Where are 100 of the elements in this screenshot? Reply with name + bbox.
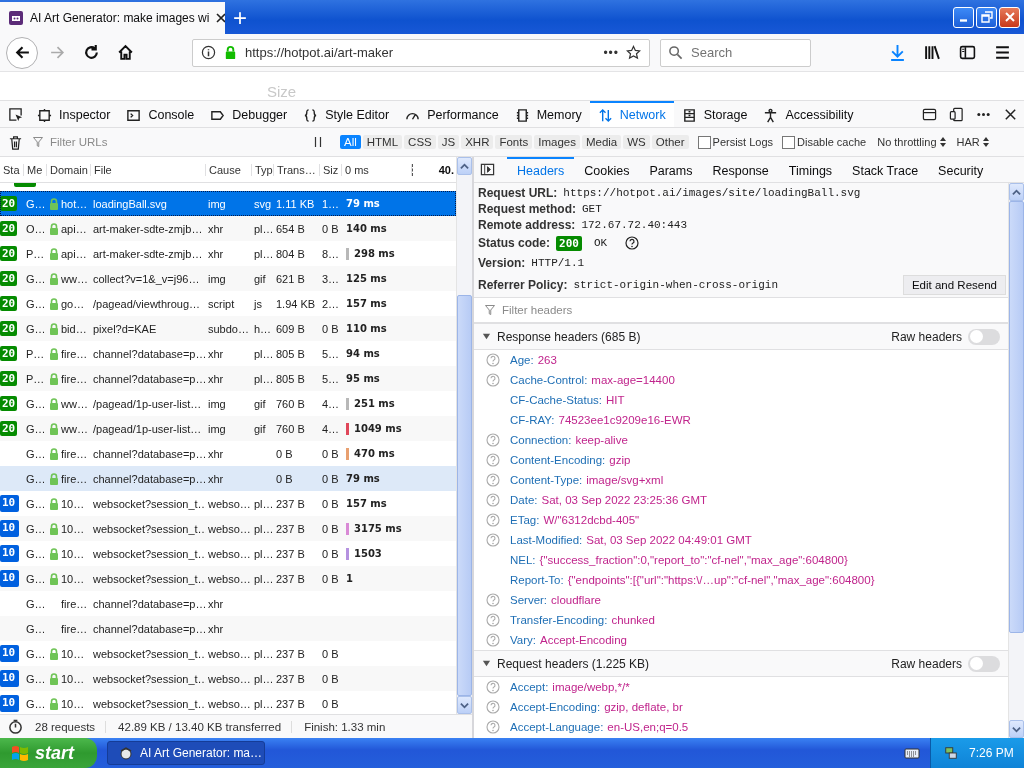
page-actions-button[interactable]: ••• bbox=[603, 45, 619, 60]
info-icon[interactable] bbox=[201, 45, 216, 60]
request-row[interactable]: 20 G… bid… pixel?d=KAE subdo… h… 609 B 0 B 110 ms bbox=[0, 316, 456, 341]
type-filter-button[interactable]: All bbox=[340, 135, 361, 149]
type-filter-button[interactable]: HTML bbox=[362, 135, 403, 149]
type-filter-button[interactable]: XHR bbox=[461, 135, 494, 149]
request-row[interactable]: 10 G… 10… websocket?session_t…webso… pl… 237 B 0 B 1 bbox=[0, 566, 456, 591]
detail-tab[interactable]: Cookies bbox=[574, 157, 640, 182]
devtools-tab[interactable]: Console bbox=[118, 101, 203, 127]
column-header[interactable]: Domain bbox=[47, 163, 91, 176]
request-row[interactable]: 20 O… api… art-maker-sdte-zmjb… xhr pl… 654 B 0 B 140 ms bbox=[0, 216, 456, 241]
download-icon[interactable] bbox=[889, 44, 906, 61]
column-header[interactable]: 0 ms bbox=[342, 163, 412, 176]
help-icon[interactable] bbox=[625, 236, 640, 250]
request-row[interactable]: 20 G… ww… /pagead/1p-user-list… img gif 760 B 4… 251 ms bbox=[0, 391, 456, 416]
panel-toggle-icon[interactable] bbox=[480, 162, 495, 177]
request-row[interactable]: G… fire… channel?database=p…xhr 0 B 0 B 470 ms bbox=[0, 441, 456, 466]
detail-tab[interactable]: Security bbox=[928, 157, 994, 182]
column-header[interactable]: Trans… bbox=[274, 163, 320, 176]
request-row[interactable]: 10 G… 10… websocket?session_t…webso… pl… 237 B 0 B 3175 ms bbox=[0, 516, 456, 541]
column-header[interactable]: File bbox=[91, 163, 206, 176]
picker-icon[interactable] bbox=[8, 106, 23, 122]
section-header[interactable]: Request headers (1.225 KB) Raw headers bbox=[474, 650, 1008, 677]
search-input[interactable]: Search bbox=[689, 44, 793, 61]
devtools-tab[interactable]: Storage bbox=[673, 101, 756, 127]
request-row[interactable]: 10 G… 10… websocket?session_t…webso… pl… 237 B 0 B bbox=[0, 666, 456, 691]
detail-tab[interactable]: Response bbox=[702, 157, 779, 182]
edit-and-resend-button[interactable]: Edit and Resend bbox=[902, 275, 1006, 295]
column-header[interactable]: Sta bbox=[0, 163, 24, 176]
request-row[interactable]: 10 G… 10… websocket?session_t…webso… pl… 237 B 0 B 157 ms bbox=[0, 491, 456, 516]
devtools-tab[interactable]: Memory bbox=[506, 101, 590, 127]
request-row[interactable]: G… fire… channel?database=p…xhr 0 B 0 B 79 ms bbox=[0, 466, 456, 491]
dock-icon[interactable] bbox=[922, 106, 937, 122]
type-filter-button[interactable]: WS bbox=[623, 135, 650, 149]
devtools-tab[interactable]: Accessibility bbox=[755, 101, 862, 127]
column-header[interactable]: Cause bbox=[206, 163, 252, 176]
keyboard-icon[interactable] bbox=[904, 746, 920, 760]
section-header[interactable]: Response headers (685 B) Raw headers bbox=[474, 323, 1008, 350]
request-row[interactable]: 20 P… fire… channel?database=p…xhr pl… 805 B 5… 95 ms bbox=[0, 366, 456, 391]
devtools-tab[interactable]: Inspector bbox=[29, 101, 119, 127]
devtools-tab[interactable]: Debugger bbox=[202, 101, 296, 127]
throttling-select[interactable]: No throttling bbox=[877, 136, 946, 148]
request-row[interactable]: 10 G… 10… websocket?session_t…webso… pl… 237 B 0 B bbox=[0, 691, 456, 714]
scroll-up-icon[interactable] bbox=[1012, 187, 1021, 197]
detail-tab[interactable]: Params bbox=[639, 157, 703, 182]
type-filter-button[interactable]: JS bbox=[437, 135, 460, 149]
type-filter-button[interactable]: Other bbox=[651, 135, 689, 149]
detail-tab[interactable]: Stack Trace bbox=[842, 157, 929, 182]
request-row[interactable]: 20 P… api… art-maker-sdte-zmjb… xhr pl… 804 B 8… 298 ms bbox=[0, 241, 456, 266]
type-filter-button[interactable]: Media bbox=[581, 135, 622, 149]
option-checkbox[interactable]: Disable cache bbox=[782, 135, 867, 149]
detail-tab[interactable]: Timings bbox=[778, 157, 843, 182]
filter-input[interactable]: Filter headers bbox=[500, 303, 704, 317]
responsive-icon[interactable] bbox=[949, 106, 964, 122]
request-row[interactable]: 20 G… go… /pagead/viewthroug… script js 1.94 KB 2… 157 ms bbox=[0, 291, 456, 316]
minimize-button[interactable] bbox=[953, 6, 974, 28]
column-header[interactable]: Siz bbox=[320, 163, 342, 176]
har-menu[interactable]: HAR bbox=[956, 136, 989, 148]
toggle-switch[interactable] bbox=[968, 655, 1000, 672]
network-icon[interactable] bbox=[943, 746, 959, 760]
request-row[interactable]: 20 G… ww… /pagead/1p-user-list… img gif 760 B 4… 1049 ms bbox=[0, 416, 456, 441]
option-checkbox[interactable]: Persist Logs bbox=[697, 135, 774, 149]
star-icon[interactable] bbox=[626, 45, 641, 60]
caret-icon[interactable] bbox=[482, 332, 491, 341]
toggle-switch[interactable] bbox=[968, 328, 1000, 345]
close-icon[interactable] bbox=[1003, 106, 1018, 122]
sidebar-icon[interactable] bbox=[959, 44, 976, 61]
back-button[interactable] bbox=[6, 36, 38, 69]
type-filter-button[interactable]: CSS bbox=[404, 135, 436, 149]
request-row[interactable]: 20 P… fire… channel?database=p…xhr pl… 805 B 5… 94 ms bbox=[0, 341, 456, 366]
request-row[interactable]: 20 G… ww… collect?v=1&_v=j96… img gif 621 B 3… 125 ms bbox=[0, 266, 456, 291]
pause-icon[interactable] bbox=[313, 136, 323, 148]
filter-input[interactable]: Filter URLs bbox=[48, 135, 252, 149]
library-icon[interactable] bbox=[924, 44, 941, 61]
request-row[interactable]: 10 G… 10… websocket?session_t…webso… pl… 237 B 0 B 1503 bbox=[0, 541, 456, 566]
checkbox[interactable] bbox=[782, 135, 796, 149]
request-row[interactable]: G… fire… channel?database=p…xhr bbox=[0, 591, 456, 616]
scrollbar[interactable] bbox=[456, 157, 472, 714]
column-header[interactable]: Typ bbox=[252, 163, 274, 176]
caret-icon[interactable] bbox=[482, 659, 491, 668]
search-field[interactable]: Search bbox=[660, 38, 811, 67]
devtools-tab[interactable]: Performance bbox=[397, 101, 507, 127]
taskbar-window-button[interactable]: AI Art Generator: ma… bbox=[107, 741, 265, 765]
request-row[interactable]: 20 G… hot… loadingBall.svg img svg 1.11 KB 1… 79 ms bbox=[0, 191, 456, 216]
scroll-up-icon[interactable] bbox=[460, 161, 469, 171]
type-filter-button[interactable]: Images bbox=[534, 135, 580, 149]
close-icon[interactable] bbox=[215, 12, 225, 24]
new-tab-button[interactable]: + bbox=[225, 2, 255, 34]
restore-button[interactable] bbox=[976, 6, 997, 28]
close-button[interactable] bbox=[999, 6, 1020, 28]
start-button[interactable]: start bbox=[0, 738, 97, 768]
scroll-down-icon[interactable] bbox=[460, 700, 469, 710]
filter-field[interactable]: Filter URLs bbox=[32, 135, 302, 149]
browser-tab[interactable]: AI Art Generator: make images wi bbox=[0, 2, 225, 34]
column-header[interactable]: Me bbox=[24, 163, 47, 176]
devtools-tab[interactable]: Network bbox=[589, 101, 674, 127]
scroll-down-icon[interactable] bbox=[1012, 724, 1021, 734]
type-filter-button[interactable]: Fonts bbox=[495, 135, 533, 149]
scrollbar[interactable] bbox=[1008, 183, 1024, 738]
request-row[interactable]: G… fire… channel?database=p…xhr bbox=[0, 616, 456, 641]
